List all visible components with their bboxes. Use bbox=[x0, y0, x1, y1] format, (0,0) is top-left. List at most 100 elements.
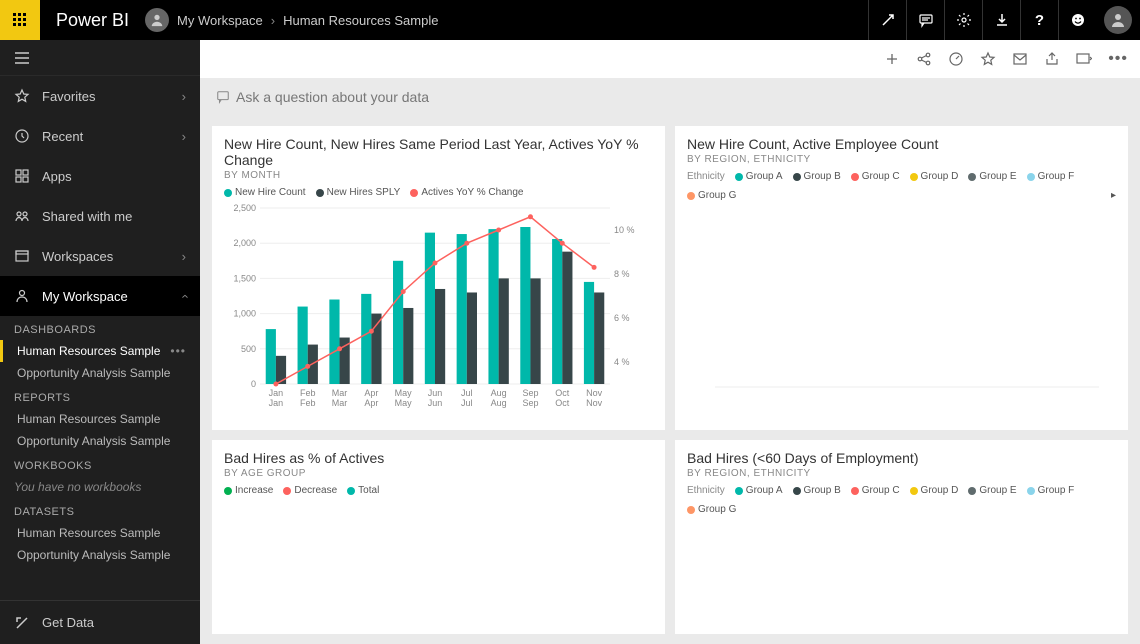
user-avatar[interactable] bbox=[1104, 6, 1132, 34]
breadcrumb-item[interactable]: Human Resources Sample bbox=[283, 13, 438, 28]
svg-text:May: May bbox=[395, 398, 413, 408]
more-icon[interactable]: ••• bbox=[170, 344, 186, 358]
sidebar-item-favorites[interactable]: Favorites › bbox=[0, 76, 200, 116]
tile-bad-hires-pct[interactable]: Bad Hires as % of Actives BY AGE GROUP I… bbox=[212, 440, 665, 634]
more-icon[interactable]: ••• bbox=[1108, 50, 1128, 68]
export-icon[interactable] bbox=[1044, 51, 1060, 67]
chevron-right-icon: › bbox=[182, 89, 186, 104]
gear-icon[interactable] bbox=[944, 0, 982, 40]
get-data-button[interactable]: Get Data bbox=[0, 600, 200, 644]
chevron-right-icon: › bbox=[182, 129, 186, 144]
sidebar-link-dashboard[interactable]: Human Resources Sample••• bbox=[0, 340, 200, 362]
get-data-label: Get Data bbox=[42, 615, 94, 630]
svg-text:Sep: Sep bbox=[522, 398, 538, 408]
svg-text:Aug: Aug bbox=[491, 388, 507, 398]
workspace-avatar-icon bbox=[145, 8, 169, 32]
chevron-right-icon[interactable]: ▸ bbox=[1111, 190, 1116, 201]
qna-placeholder: Ask a question about your data bbox=[236, 89, 429, 105]
help-icon[interactable]: ? bbox=[1020, 0, 1058, 40]
svg-text:8 %: 8 % bbox=[614, 269, 630, 279]
comment-icon[interactable] bbox=[906, 0, 944, 40]
workbooks-empty: You have no workbooks bbox=[0, 476, 200, 498]
sidebar-item-apps[interactable]: Apps bbox=[0, 156, 200, 196]
svg-text:Nov: Nov bbox=[586, 398, 603, 408]
svg-text:Jun: Jun bbox=[428, 388, 443, 398]
sidebar-item-label: My Workspace bbox=[42, 289, 128, 304]
svg-text:Jul: Jul bbox=[461, 398, 473, 408]
smile-icon[interactable] bbox=[1058, 0, 1096, 40]
sidebar-link-dashboard[interactable]: Opportunity Analysis Sample bbox=[0, 362, 200, 384]
section-reports: REPORTS bbox=[0, 384, 200, 408]
svg-text:Feb: Feb bbox=[300, 398, 316, 408]
chevron-up-icon: › bbox=[176, 294, 191, 298]
stacked-bar-chart bbox=[687, 205, 1107, 415]
add-tile-icon[interactable] bbox=[884, 51, 900, 67]
app-launcher-button[interactable] bbox=[0, 0, 40, 40]
web-layout-icon[interactable] bbox=[1076, 51, 1092, 67]
section-dashboards: DASHBOARDS bbox=[0, 316, 200, 340]
sidebar-item-label: Apps bbox=[42, 169, 72, 184]
tile-new-hires-by-month[interactable]: New Hire Count, New Hires Same Period La… bbox=[212, 126, 665, 430]
chevron-right-icon: › bbox=[182, 249, 186, 264]
tile-subtitle: BY REGION, ETHNICITY bbox=[687, 154, 1116, 165]
svg-text:Oct: Oct bbox=[555, 398, 570, 408]
combo-chart: 05001,0001,5002,0002,5004 %6 %8 %10 %Jan… bbox=[224, 202, 644, 412]
tile-subtitle: BY AGE GROUP bbox=[224, 468, 653, 479]
section-workbooks: WORKBOOKS bbox=[0, 452, 200, 476]
svg-text:Jan: Jan bbox=[269, 398, 284, 408]
svg-text:Jan: Jan bbox=[269, 388, 284, 398]
subscribe-icon[interactable] bbox=[1012, 51, 1028, 67]
svg-text:Mar: Mar bbox=[332, 398, 348, 408]
performance-icon[interactable] bbox=[948, 51, 964, 67]
svg-text:2,000: 2,000 bbox=[233, 238, 256, 248]
qna-input[interactable]: Ask a question about your data bbox=[200, 78, 1140, 116]
sidebar: Favorites › Recent › Apps Shared with me… bbox=[0, 40, 200, 644]
favorite-icon[interactable] bbox=[980, 51, 996, 67]
sidebar-link-dataset[interactable]: Human Resources Sample bbox=[0, 522, 200, 544]
main-area: ••• Ask a question about your data New H… bbox=[200, 40, 1140, 644]
legend: New Hire Count New Hires SPLY Actives Yo… bbox=[224, 187, 653, 198]
tile-new-hires-by-region[interactable]: New Hire Count, Active Employee Count BY… bbox=[675, 126, 1128, 430]
svg-text:May: May bbox=[395, 388, 413, 398]
svg-text:Jun: Jun bbox=[428, 398, 443, 408]
svg-text:2,500: 2,500 bbox=[233, 203, 256, 213]
sidebar-item-workspaces[interactable]: Workspaces › bbox=[0, 236, 200, 276]
sidebar-item-label: Shared with me bbox=[42, 209, 132, 224]
section-datasets: DATASETS bbox=[0, 498, 200, 522]
tile-subtitle: BY MONTH bbox=[224, 170, 653, 181]
topbar-actions: ? bbox=[868, 0, 1140, 40]
tile-bad-hires-region[interactable]: Bad Hires (<60 Days of Employment) BY RE… bbox=[675, 440, 1128, 634]
sidebar-item-label: Favorites bbox=[42, 89, 95, 104]
svg-text:500: 500 bbox=[241, 344, 256, 354]
svg-text:Aug: Aug bbox=[491, 398, 507, 408]
legend: Ethnicity Group A Group B Group C Group … bbox=[687, 485, 1116, 515]
sidebar-item-recent[interactable]: Recent › bbox=[0, 116, 200, 156]
topbar: Power BI My Workspace › Human Resources … bbox=[0, 0, 1140, 40]
share-icon[interactable] bbox=[916, 51, 932, 67]
download-icon[interactable] bbox=[982, 0, 1020, 40]
svg-text:Feb: Feb bbox=[300, 388, 316, 398]
tile-subtitle: BY REGION, ETHNICITY bbox=[687, 468, 1116, 479]
sidebar-item-label: Recent bbox=[42, 129, 83, 144]
sidebar-link-report[interactable]: Human Resources Sample bbox=[0, 408, 200, 430]
legend: Ethnicity Group A Group B Group C Group … bbox=[687, 171, 1116, 201]
sidebar-item-my-workspace[interactable]: My Workspace › bbox=[0, 276, 200, 316]
breadcrumb: My Workspace › Human Resources Sample bbox=[177, 13, 438, 28]
tile-title: New Hire Count, Active Employee Count bbox=[687, 136, 1116, 152]
svg-text:10 %: 10 % bbox=[614, 225, 635, 235]
tile-title: Bad Hires as % of Actives bbox=[224, 450, 653, 466]
svg-text:0: 0 bbox=[251, 379, 256, 389]
svg-text:1,000: 1,000 bbox=[233, 309, 256, 319]
hamburger-button[interactable] bbox=[0, 40, 200, 76]
brand-label: Power BI bbox=[40, 10, 145, 31]
legend: Increase Decrease Total bbox=[224, 485, 653, 496]
sidebar-link-report[interactable]: Opportunity Analysis Sample bbox=[0, 430, 200, 452]
sidebar-link-dataset[interactable]: Opportunity Analysis Sample bbox=[0, 544, 200, 566]
chevron-right-icon: › bbox=[271, 13, 275, 28]
fullscreen-icon[interactable] bbox=[868, 0, 906, 40]
breadcrumb-item[interactable]: My Workspace bbox=[177, 13, 263, 28]
waterfall-chart bbox=[224, 500, 644, 610]
svg-text:6 %: 6 % bbox=[614, 313, 630, 323]
sidebar-item-shared[interactable]: Shared with me bbox=[0, 196, 200, 236]
sidebar-item-label: Workspaces bbox=[42, 249, 113, 264]
